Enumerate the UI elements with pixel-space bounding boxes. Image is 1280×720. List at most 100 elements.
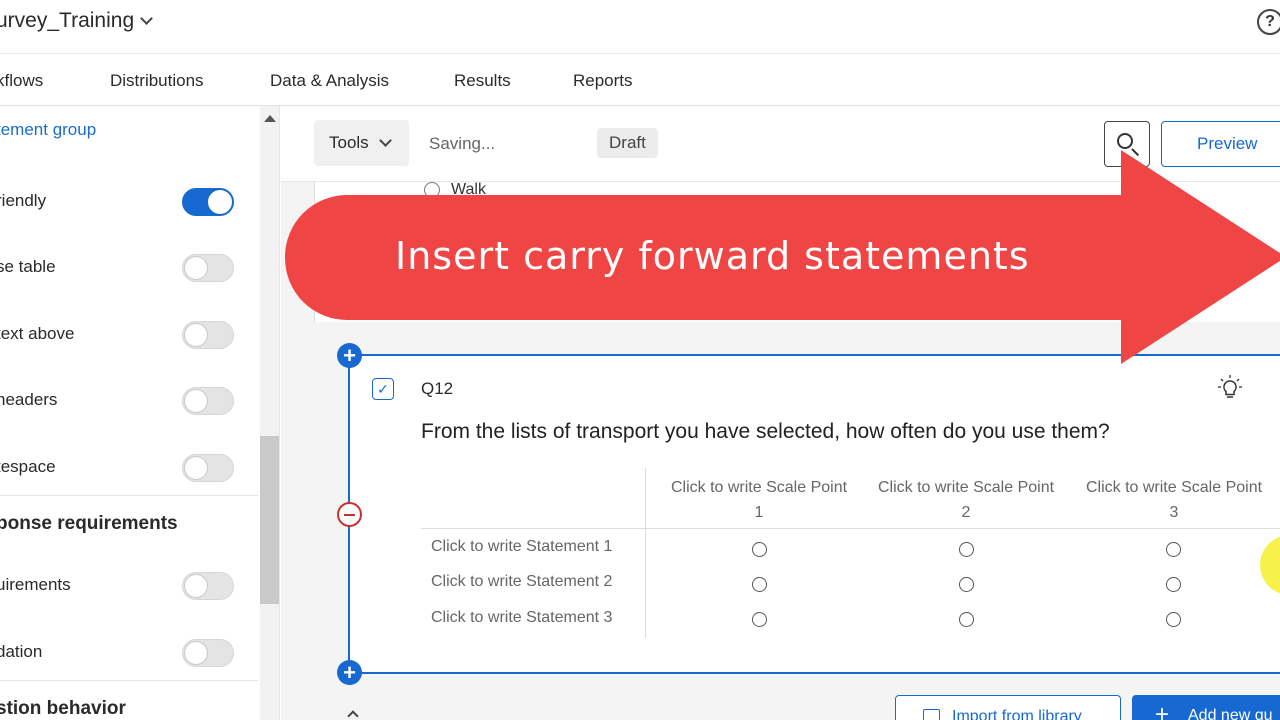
survey-title: urvey_Training bbox=[0, 9, 135, 32]
scale-point-header[interactable]: Click to write Scale Point 1 bbox=[659, 475, 859, 525]
text-above-toggle[interactable] bbox=[182, 321, 234, 349]
sidebar-toggle-row: tespace bbox=[0, 447, 258, 487]
scale-point-number: 2 bbox=[961, 504, 971, 521]
toggle-label: se table bbox=[0, 257, 56, 276]
import-from-library-button[interactable]: Import from library bbox=[895, 695, 1121, 720]
editor-toolbar: Tools Saving... Draft Preview bbox=[281, 106, 1280, 182]
statement-label[interactable]: Click to write Statement 3 bbox=[431, 609, 612, 627]
scale-point-label: Click to write Scale Point bbox=[670, 479, 848, 496]
matrix-divider bbox=[645, 468, 646, 638]
tools-dropdown[interactable]: Tools bbox=[314, 120, 409, 166]
chevron-down-icon bbox=[140, 12, 153, 25]
plus-icon: + bbox=[337, 343, 362, 368]
radio-button[interactable] bbox=[424, 182, 440, 198]
saving-status: Saving... bbox=[429, 134, 496, 153]
toggle-label: headers bbox=[0, 390, 58, 409]
tools-label: Tools bbox=[329, 133, 369, 152]
statement-group-link[interactable]: tement group bbox=[0, 120, 96, 140]
library-icon bbox=[923, 709, 940, 720]
scale-point-label: Click to write Scale Point bbox=[1085, 479, 1263, 496]
scrollbar-thumb[interactable] bbox=[260, 436, 279, 604]
question-text[interactable]: From the lists of transport you have sel… bbox=[421, 420, 1110, 444]
matrix-radio[interactable] bbox=[1166, 542, 1181, 557]
plus-icon: + bbox=[337, 660, 362, 685]
main-nav: kflows Distributions Data & Analysis Res… bbox=[0, 54, 1280, 106]
draft-badge: Draft bbox=[597, 128, 658, 158]
toggle-label: text above bbox=[0, 324, 75, 343]
requirements-toggle[interactable] bbox=[182, 572, 234, 600]
add-new-question-button[interactable]: + Add new qu bbox=[1132, 695, 1280, 720]
nav-results[interactable]: Results bbox=[454, 71, 511, 91]
toggle-knob bbox=[184, 256, 208, 280]
scale-point-header[interactable]: Click to write Scale Point 3 bbox=[1074, 475, 1274, 525]
survey-title-dropdown[interactable]: urvey_Training bbox=[0, 9, 153, 33]
search-icon bbox=[1117, 133, 1133, 149]
sidebar-toggle-row: headers bbox=[0, 380, 258, 420]
matrix-radio[interactable] bbox=[1166, 577, 1181, 592]
sidebar-toggle-row: dation bbox=[0, 632, 258, 672]
chevron-down-icon bbox=[378, 134, 392, 147]
toggle-label: riendly bbox=[0, 191, 47, 210]
toggle-knob bbox=[184, 323, 208, 347]
validation-toggle[interactable] bbox=[182, 639, 234, 667]
toggle-knob bbox=[208, 190, 232, 214]
statement-label[interactable]: Click to write Statement 2 bbox=[431, 573, 612, 591]
search-icon-handle bbox=[1131, 148, 1140, 157]
toggle-label: tespace bbox=[0, 457, 56, 476]
scale-point-number: 3 bbox=[1169, 504, 1179, 521]
sidebar-toggle-row: text above bbox=[0, 314, 258, 354]
remove-question-button[interactable] bbox=[337, 502, 362, 527]
matrix-radio[interactable] bbox=[1166, 612, 1181, 627]
add-block-bottom-button[interactable]: + bbox=[337, 660, 362, 685]
scroll-up-arrow-icon[interactable] bbox=[264, 115, 276, 122]
scale-point-label: Click to write Scale Point bbox=[877, 479, 1055, 496]
edit-question-sidebar: tement group riendly se table text above… bbox=[0, 106, 280, 720]
mobile-friendly-toggle[interactable] bbox=[182, 188, 234, 216]
matrix-radio[interactable] bbox=[959, 542, 974, 557]
scale-point-number: 1 bbox=[754, 504, 764, 521]
toggle-knob bbox=[184, 456, 208, 480]
question-number: Q12 bbox=[421, 379, 454, 398]
divider bbox=[0, 495, 258, 496]
lightbulb-icon[interactable] bbox=[1218, 375, 1242, 403]
add-block-top-button[interactable]: + bbox=[337, 343, 362, 368]
toggle-knob bbox=[184, 389, 208, 413]
question-behavior-heading: stion behavior bbox=[0, 698, 126, 719]
matrix-radio[interactable] bbox=[752, 612, 767, 627]
import-label: Import from library bbox=[952, 708, 1082, 720]
nav-reports[interactable]: Reports bbox=[573, 71, 633, 91]
whitespace-toggle[interactable] bbox=[182, 454, 234, 482]
scale-point-header[interactable]: Click to write Scale Point 2 bbox=[866, 475, 1066, 525]
sidebar-toggle-row: riendly bbox=[0, 181, 258, 221]
nav-distributions[interactable]: Distributions bbox=[110, 71, 204, 91]
divider bbox=[0, 680, 258, 681]
previous-question-card: Walk bbox=[314, 181, 1280, 322]
transpose-table-toggle[interactable] bbox=[182, 254, 234, 282]
preview-button[interactable]: Preview bbox=[1161, 121, 1280, 167]
search-button[interactable] bbox=[1104, 121, 1150, 167]
add-new-label: Add new qu bbox=[1188, 707, 1273, 720]
top-bar: urvey_Training ? bbox=[0, 0, 1280, 54]
help-icon[interactable]: ? bbox=[1257, 9, 1280, 35]
matrix-radio[interactable] bbox=[752, 542, 767, 557]
response-requirements-heading: ponse requirements bbox=[0, 513, 178, 534]
statement-label[interactable]: Click to write Statement 1 bbox=[431, 538, 612, 556]
matrix-radio[interactable] bbox=[959, 577, 974, 592]
headers-toggle[interactable] bbox=[182, 387, 234, 415]
toggle-label: dation bbox=[0, 642, 43, 661]
matrix-radio[interactable] bbox=[959, 612, 974, 627]
nav-workflows[interactable]: kflows bbox=[0, 71, 43, 91]
survey-editor: Walk Tools Saving... Draft Preview bbox=[281, 106, 1280, 720]
sidebar-scrollbar[interactable] bbox=[260, 106, 279, 720]
minus-icon bbox=[344, 514, 355, 516]
plus-icon: + bbox=[1155, 701, 1170, 720]
question-select-checkbox[interactable]: ✓ bbox=[372, 378, 394, 400]
nav-data-analysis[interactable]: Data & Analysis bbox=[270, 71, 389, 91]
matrix-radio[interactable] bbox=[752, 577, 767, 592]
toggle-knob bbox=[184, 641, 208, 665]
toggle-label: uirements bbox=[0, 575, 71, 594]
toggle-knob bbox=[184, 574, 208, 598]
sidebar-toggle-row: se table bbox=[0, 247, 258, 287]
choice-label: Walk bbox=[451, 181, 486, 198]
matrix-divider bbox=[421, 528, 1280, 529]
